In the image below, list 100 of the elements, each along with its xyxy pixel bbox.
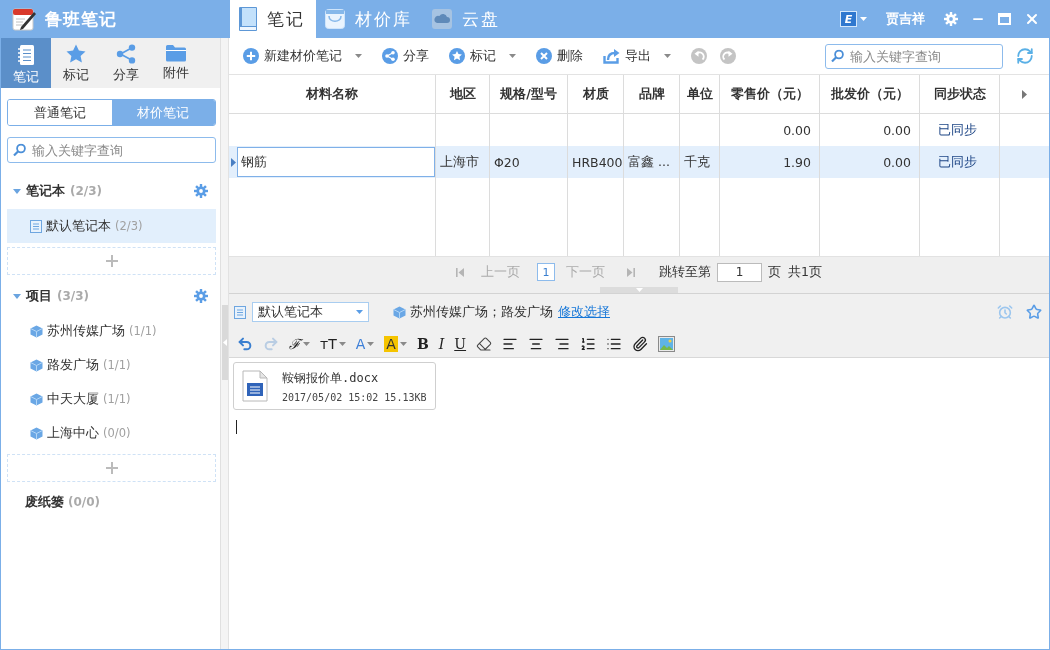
caret-right-icon[interactable] bbox=[1022, 89, 1027, 99]
notebook-icon bbox=[17, 44, 35, 66]
table-cell: HRB400 bbox=[572, 154, 623, 170]
collapse-handle[interactable] bbox=[221, 305, 228, 380]
font-size-button[interactable]: ᴛT bbox=[320, 334, 346, 354]
mark-button[interactable]: 标记 bbox=[449, 47, 516, 65]
table-cell: 富鑫 ... bbox=[628, 153, 670, 171]
new-note-button[interactable]: 新建材价笔记 bbox=[243, 47, 362, 65]
jump-label: 跳转至第 bbox=[659, 263, 711, 281]
nav-button[interactable]: 标记 bbox=[51, 38, 101, 88]
export-button[interactable]: 导出 bbox=[603, 47, 671, 65]
caret-down-icon bbox=[356, 310, 363, 314]
maximize-icon[interactable] bbox=[998, 13, 1011, 25]
account-badge[interactable]: E bbox=[840, 11, 857, 27]
column-header[interactable]: 零售价（元） bbox=[720, 75, 820, 113]
document-icon bbox=[242, 370, 268, 402]
star-icon bbox=[66, 44, 86, 64]
align-right-icon[interactable] bbox=[554, 336, 571, 352]
delete-icon bbox=[536, 48, 552, 64]
panel-resize-handle[interactable] bbox=[600, 287, 678, 293]
underline-button[interactable]: U bbox=[454, 334, 467, 354]
table-row[interactable]: 钢筋 上海市 Φ20 HRB400 富鑫 ... 千克 1.90 0.00 已同步 bbox=[229, 146, 1049, 178]
project-list: 苏州传媒广场；路发广场 bbox=[410, 303, 553, 321]
table-cell: 已同步 bbox=[938, 121, 977, 139]
column-header[interactable]: 地区 bbox=[436, 75, 490, 113]
column-header[interactable]: 规格/型号 bbox=[490, 75, 568, 113]
star-icon[interactable] bbox=[1026, 304, 1042, 320]
first-page-icon[interactable] bbox=[456, 267, 464, 277]
folder-icon bbox=[166, 44, 186, 62]
group-toggle[interactable]: 笔记本 (2/3) bbox=[13, 182, 194, 200]
font-family-button[interactable]: ℱ bbox=[289, 334, 310, 354]
table-cell: 0.00 bbox=[783, 122, 811, 138]
settings-icon[interactable] bbox=[194, 184, 208, 198]
cube-icon bbox=[393, 305, 406, 319]
bag-icon bbox=[325, 9, 345, 29]
trash-item[interactable]: 废纸篓 (0/0) bbox=[7, 491, 216, 513]
add-button[interactable] bbox=[7, 454, 216, 482]
highlight-button[interactable]: A bbox=[384, 334, 407, 354]
search-field[interactable]: 输入关键字查询 bbox=[7, 137, 216, 163]
settings-icon[interactable] bbox=[194, 289, 208, 303]
column-header[interactable]: 批发价（元） bbox=[820, 75, 920, 113]
numbered-list-icon[interactable] bbox=[580, 336, 597, 352]
alarm-clock-icon[interactable] bbox=[997, 304, 1013, 320]
align-center-icon[interactable] bbox=[528, 336, 545, 352]
share-icon bbox=[382, 48, 398, 64]
page-input-field[interactable]: 1 bbox=[717, 262, 762, 282]
notebook-select[interactable]: 默认笔记本 bbox=[252, 302, 369, 322]
bold-button[interactable]: B bbox=[416, 334, 429, 354]
notebook-pen-logo-icon bbox=[12, 7, 36, 31]
page-total: 共1页 bbox=[788, 263, 822, 281]
nav-button[interactable]: 分享 bbox=[101, 38, 151, 88]
italic-button[interactable]: I bbox=[438, 334, 445, 354]
share-icon bbox=[116, 44, 136, 64]
table-cell: Φ20 bbox=[494, 154, 520, 170]
search-icon bbox=[831, 49, 844, 63]
table-cell: 已同步 bbox=[938, 153, 977, 171]
page-unit: 页 bbox=[768, 263, 781, 281]
change-selection-link[interactable]: 修改选择 bbox=[558, 303, 610, 321]
attachment-name: 鞍钢报价单.docx bbox=[282, 369, 380, 387]
delete-button[interactable]: 删除 bbox=[536, 47, 583, 65]
main-tab[interactable]: 笔记 bbox=[230, 0, 316, 38]
image-icon[interactable] bbox=[658, 336, 676, 352]
last-page-icon[interactable] bbox=[627, 267, 635, 277]
settings-icon[interactable] bbox=[944, 12, 958, 26]
eraser-icon[interactable] bbox=[476, 336, 493, 352]
search-icon bbox=[13, 143, 26, 157]
cube-icon bbox=[30, 324, 43, 338]
font-color-button[interactable]: A bbox=[355, 334, 375, 354]
bullet-list-icon[interactable] bbox=[606, 336, 623, 352]
column-header[interactable]: 品牌 bbox=[624, 75, 680, 113]
plus-icon bbox=[105, 255, 118, 267]
cube-icon bbox=[30, 392, 43, 406]
attachment-card[interactable]: 鞍钢报价单.docx 2017/05/02 15:02 15.13KB bbox=[233, 362, 436, 410]
add-button[interactable] bbox=[7, 247, 216, 275]
column-header[interactable]: 材质 bbox=[568, 75, 624, 113]
caret-down-icon bbox=[860, 17, 867, 21]
column-header[interactable]: 同步状态 bbox=[920, 75, 1000, 113]
book-icon bbox=[239, 7, 257, 31]
search-field[interactable]: 输入关键字查询 bbox=[825, 43, 1003, 69]
close-icon[interactable] bbox=[1024, 11, 1040, 27]
export-icon bbox=[603, 48, 620, 64]
column-header[interactable]: 单位 bbox=[680, 75, 720, 113]
column-header[interactable]: 材料名称 bbox=[229, 75, 436, 113]
cube-icon bbox=[30, 426, 43, 440]
group-toggle[interactable]: 项目 (3/3) bbox=[13, 287, 194, 305]
table-cell: 1.90 bbox=[783, 154, 811, 170]
notebook-icon bbox=[234, 305, 246, 319]
align-left-icon[interactable] bbox=[502, 336, 519, 352]
page-number[interactable]: 1 bbox=[537, 263, 555, 281]
share-button[interactable]: 分享 bbox=[382, 47, 429, 65]
notebook-item[interactable]: 默认笔记本 (2/3) bbox=[7, 209, 216, 243]
undo-icon[interactable] bbox=[237, 336, 253, 352]
nav-button[interactable]: 附件 bbox=[151, 38, 201, 88]
table-cell: 0.00 bbox=[883, 122, 911, 138]
cube-icon bbox=[30, 358, 43, 372]
cell-input-field[interactable]: 钢筋 bbox=[237, 147, 435, 177]
paperclip-icon[interactable] bbox=[632, 336, 649, 352]
refresh-icon[interactable] bbox=[1016, 47, 1034, 65]
table-cell: 千克 bbox=[684, 153, 710, 171]
star-icon bbox=[449, 48, 465, 64]
